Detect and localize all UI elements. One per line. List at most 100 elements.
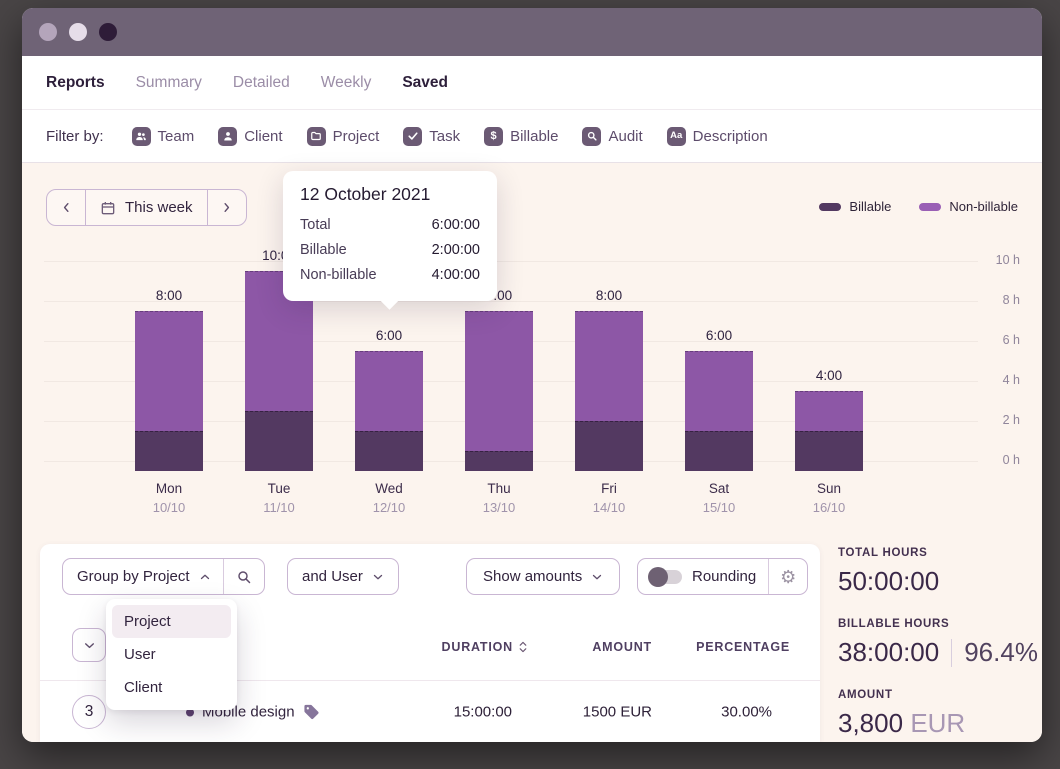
bar-total-label: 8:00 xyxy=(122,288,216,303)
app-window: Reports Summary Detailed Weekly Saved Fi… xyxy=(22,8,1042,742)
nav-reports[interactable]: Reports xyxy=(46,74,105,92)
chevron-down-icon xyxy=(372,571,384,583)
bar-segment-non-billable-sat[interactable] xyxy=(685,351,753,431)
team-icon xyxy=(132,127,151,146)
y-axis-tick: 6 h xyxy=(964,333,1020,347)
total-hours-value: 50:00:00 xyxy=(838,566,1038,597)
column-header-percentage: PERCENTAGE xyxy=(696,640,790,654)
filter-team-label: Team xyxy=(158,128,195,145)
bar-segment-billable-wed[interactable] xyxy=(355,431,423,471)
audit-magnifier-icon xyxy=(582,127,601,146)
bar-segment-non-billable-sun[interactable] xyxy=(795,391,863,431)
prev-week-button[interactable] xyxy=(47,190,85,225)
reports-navbar: Reports Summary Detailed Weekly Saved xyxy=(22,56,1042,110)
y-axis-tick: 10 h xyxy=(964,253,1020,267)
chevron-down-icon xyxy=(591,571,603,583)
y-axis-tick: 2 h xyxy=(964,413,1020,427)
next-week-button[interactable] xyxy=(208,190,246,225)
report-content: 10 h8 h6 h4 h2 h0 h8:00Mon10/1010:00Tue1… xyxy=(22,163,1042,742)
client-icon xyxy=(218,127,237,146)
filter-audit[interactable]: Audit xyxy=(582,127,642,146)
group-by-label: Group by Project xyxy=(77,568,190,585)
subgroup-by-label: and User xyxy=(302,568,363,585)
x-axis-label-thu: Thu13/10 xyxy=(452,481,546,515)
filter-description[interactable]: Aa Description xyxy=(667,127,768,146)
group-by-dropdown[interactable]: Group by Project xyxy=(62,558,265,595)
filter-client[interactable]: Client xyxy=(218,127,282,146)
show-amounts-label: Show amounts xyxy=(483,568,582,585)
y-axis-tick: 4 h xyxy=(964,373,1020,387)
bar-segment-non-billable-fri[interactable] xyxy=(575,311,643,421)
window-titlebar xyxy=(22,8,1042,56)
grouped-report-card: Group by Project and User Show amounts xyxy=(40,544,820,742)
gear-icon: ⚙ xyxy=(780,568,796,586)
billable-percent: 96.4% xyxy=(964,637,1038,668)
filter-billable[interactable]: $ Billable xyxy=(484,127,558,146)
menu-item-project[interactable]: Project xyxy=(112,605,231,638)
filter-team[interactable]: Team xyxy=(132,127,195,146)
bar-segment-billable-thu[interactable] xyxy=(465,451,533,471)
menu-item-user[interactable]: User xyxy=(112,638,231,671)
amount-value: 3,800 EUR xyxy=(838,708,1038,739)
date-range-label: This week xyxy=(125,199,193,216)
tooltip-total-value: 6:00:00 xyxy=(432,213,480,238)
amount-label: AMOUNT xyxy=(838,689,1038,701)
filter-client-label: Client xyxy=(244,128,282,145)
legend-non-billable[interactable]: Non-billable xyxy=(919,199,1018,214)
rounding-control: Rounding ⚙ xyxy=(637,558,808,595)
amount-currency: EUR xyxy=(910,708,965,738)
bar-segment-billable-sun[interactable] xyxy=(795,431,863,471)
bar-total-label: 6:00 xyxy=(672,328,766,343)
calendar-icon xyxy=(100,200,116,216)
tooltip-non-billable-value: 4:00:00 xyxy=(432,263,480,288)
project-icon xyxy=(307,127,326,146)
filter-project[interactable]: Project xyxy=(307,127,380,146)
bar-total-label: 8:00 xyxy=(562,288,656,303)
billable-dollar-icon: $ xyxy=(484,127,503,146)
group-by-menu: Project User Client xyxy=(106,599,237,710)
tooltip-non-billable-label: Non-billable xyxy=(300,263,377,288)
chevron-down-icon xyxy=(83,639,96,652)
subgroup-by-dropdown[interactable]: and User xyxy=(287,558,399,595)
tooltip-billable-value: 2:00:00 xyxy=(432,238,480,263)
column-header-duration[interactable]: DURATION xyxy=(442,640,528,654)
row-duration: 15:00:00 xyxy=(454,704,512,721)
expand-all-button[interactable] xyxy=(72,628,106,662)
bar-segment-non-billable-wed[interactable] xyxy=(355,351,423,431)
filter-task[interactable]: Task xyxy=(403,127,460,146)
tab-saved[interactable]: Saved xyxy=(402,74,448,92)
legend-non-billable-label: Non-billable xyxy=(949,199,1018,214)
duration-header-label: DURATION xyxy=(442,640,513,654)
bar-segment-billable-tue[interactable] xyxy=(245,411,313,471)
date-range-picker: This week xyxy=(46,189,247,226)
filter-billable-label: Billable xyxy=(510,128,558,145)
tab-summary[interactable]: Summary xyxy=(136,74,202,92)
traffic-light-close[interactable] xyxy=(39,23,57,41)
traffic-light-zoom[interactable] xyxy=(99,23,117,41)
this-week-button[interactable]: This week xyxy=(85,190,208,225)
show-amounts-dropdown[interactable]: Show amounts xyxy=(466,558,620,595)
bar-segment-billable-mon[interactable] xyxy=(135,431,203,471)
bar-segment-billable-sat[interactable] xyxy=(685,431,753,471)
rounding-settings-button[interactable]: ⚙ xyxy=(769,559,807,594)
billable-hours-value: 38:00:00 xyxy=(838,637,939,668)
group-search-button[interactable] xyxy=(224,559,264,594)
x-axis-label-fri: Fri14/10 xyxy=(562,481,656,515)
filter-project-label: Project xyxy=(333,128,380,145)
x-axis-label-sun: Sun16/10 xyxy=(782,481,876,515)
bar-segment-non-billable-mon[interactable] xyxy=(135,311,203,431)
bar-segment-billable-fri[interactable] xyxy=(575,421,643,471)
bar-segment-non-billable-thu[interactable] xyxy=(465,311,533,451)
legend-billable[interactable]: Billable xyxy=(819,199,891,214)
column-header-amount: AMOUNT xyxy=(592,640,652,654)
row-amount: 1500 EUR xyxy=(583,704,652,721)
traffic-light-minimize[interactable] xyxy=(69,23,87,41)
tab-detailed[interactable]: Detailed xyxy=(233,74,290,92)
menu-item-client[interactable]: Client xyxy=(112,671,231,704)
rounding-toggle[interactable] xyxy=(650,570,682,584)
x-axis-label-sat: Sat15/10 xyxy=(672,481,766,515)
tab-weekly[interactable]: Weekly xyxy=(321,74,372,92)
description-aa-icon: Aa xyxy=(667,127,686,146)
billable-swatch xyxy=(819,203,841,211)
filter-description-label: Description xyxy=(693,128,768,145)
